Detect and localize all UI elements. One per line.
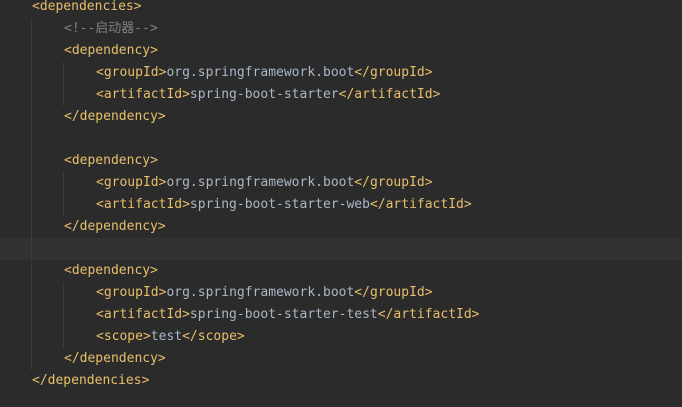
indent-guide xyxy=(31,128,32,150)
xml-tag: </dependency> xyxy=(64,351,166,366)
xml-tag: </artifactId> xyxy=(369,197,472,212)
code-content: <artifactId>spring-boot-starter-test</ar… xyxy=(96,304,480,326)
code-line[interactable]: <dependency> xyxy=(0,40,682,62)
code-content: <groupId>org.springframework.boot</group… xyxy=(96,62,433,84)
code-line[interactable]: </dependency> xyxy=(0,348,682,370)
code-content: <!--启动器--> xyxy=(64,18,158,40)
code-line[interactable] xyxy=(0,128,682,150)
xml-tag: </groupId> xyxy=(354,175,433,190)
xml-tag: <groupId> xyxy=(96,65,167,80)
indent-guide xyxy=(31,106,32,128)
code-line[interactable]: <artifactId>spring-boot-starter-web</art… xyxy=(0,194,682,216)
code-content: <dependency> xyxy=(64,260,158,282)
code-content: <scope>test</scope> xyxy=(96,326,245,348)
xml-tag: <dependency> xyxy=(64,153,158,168)
code-content: </dependencies> xyxy=(32,370,149,392)
xml-tag: </scope> xyxy=(182,329,245,344)
xml-tag: </artifactId> xyxy=(377,307,480,322)
code-line[interactable]: <groupId>org.springframework.boot</group… xyxy=(0,172,682,194)
code-line[interactable]: <artifactId>spring-boot-starter</artifac… xyxy=(0,84,682,106)
xml-text: spring-boot-starter-test xyxy=(189,307,378,322)
indent-guide xyxy=(31,194,32,216)
code-line[interactable]: <artifactId>spring-boot-starter-test</ar… xyxy=(0,304,682,326)
indent-guide xyxy=(31,18,32,40)
xml-text: spring-boot-starter xyxy=(189,87,339,102)
xml-tag: <artifactId> xyxy=(96,307,190,322)
indent-guide xyxy=(31,304,32,326)
code-content: <groupId>org.springframework.boot</group… xyxy=(96,172,433,194)
code-content: <artifactId>spring-boot-starter-web</art… xyxy=(96,194,472,216)
xml-text: org.springframework.boot xyxy=(166,285,355,300)
xml-text: spring-boot-starter-web xyxy=(189,197,370,212)
code-content: </dependency> xyxy=(64,348,166,370)
xml-text: org.springframework.boot xyxy=(166,65,355,80)
code-line[interactable]: <groupId>org.springframework.boot</group… xyxy=(0,282,682,304)
indent-guide xyxy=(31,216,32,238)
indent-guide xyxy=(31,260,32,282)
code-content: <artifactId>spring-boot-starter</artifac… xyxy=(96,84,440,106)
code-content: </dependency> xyxy=(64,216,166,238)
xml-comment: <!--启动器--> xyxy=(64,21,158,36)
xml-tag: </artifactId> xyxy=(338,87,441,102)
code-line[interactable]: <scope>test</scope> xyxy=(0,326,682,348)
code-content: <dependencies> xyxy=(32,0,142,18)
indent-guide xyxy=(31,326,32,348)
code-content: <dependency> xyxy=(64,40,158,62)
indent-guide xyxy=(63,62,64,84)
code-content: <dependency> xyxy=(64,150,158,172)
indent-guide xyxy=(63,84,64,106)
xml-tag: </groupId> xyxy=(354,65,433,80)
xml-tag: </groupId> xyxy=(354,285,433,300)
indent-guide xyxy=(31,238,32,260)
code-content: </dependency> xyxy=(64,106,166,128)
indent-guide xyxy=(31,282,32,304)
code-line[interactable]: <groupId>org.springframework.boot</group… xyxy=(0,62,682,84)
indent-guide xyxy=(63,172,64,194)
indent-guide xyxy=(63,194,64,216)
xml-text: org.springframework.boot xyxy=(166,175,355,190)
code-line[interactable]: <dependencies> xyxy=(0,0,682,18)
code-line[interactable]: <dependency> xyxy=(0,150,682,172)
code-line[interactable]: <dependency> xyxy=(0,260,682,282)
xml-tag: <groupId> xyxy=(96,175,167,190)
indent-guide xyxy=(63,304,64,326)
xml-tag: </dependencies> xyxy=(32,373,150,388)
xml-tag: <dependency> xyxy=(64,263,158,278)
indent-guide xyxy=(31,172,32,194)
indent-guide xyxy=(31,348,32,370)
xml-tag: <artifactId> xyxy=(96,197,190,212)
code-editor[interactable]: <dependencies> <!--启动器--> <dependency> <gro… xyxy=(0,0,682,407)
current-line[interactable] xyxy=(0,238,682,260)
xml-tag: <dependencies> xyxy=(32,0,142,14)
code-line[interactable]: </dependency> xyxy=(0,216,682,238)
xml-tag: <groupId> xyxy=(96,285,167,300)
xml-tag: <artifactId> xyxy=(96,87,190,102)
indent-guide xyxy=(31,40,32,62)
code-line[interactable]: <!--启动器--> xyxy=(0,18,682,40)
indent-guide xyxy=(31,62,32,84)
indent-guide xyxy=(31,150,32,172)
code-line[interactable]: </dependency> xyxy=(0,106,682,128)
indent-guide xyxy=(31,84,32,106)
indent-guide xyxy=(63,282,64,304)
xml-text: test xyxy=(150,329,183,344)
xml-tag: </dependency> xyxy=(64,109,166,124)
indent-guide xyxy=(63,326,64,348)
code-content: <groupId>org.springframework.boot</group… xyxy=(96,282,433,304)
xml-tag: </dependency> xyxy=(64,219,166,234)
xml-tag: <scope> xyxy=(96,329,151,344)
code-line[interactable]: </dependencies> xyxy=(0,370,682,392)
xml-tag: <dependency> xyxy=(64,43,158,58)
